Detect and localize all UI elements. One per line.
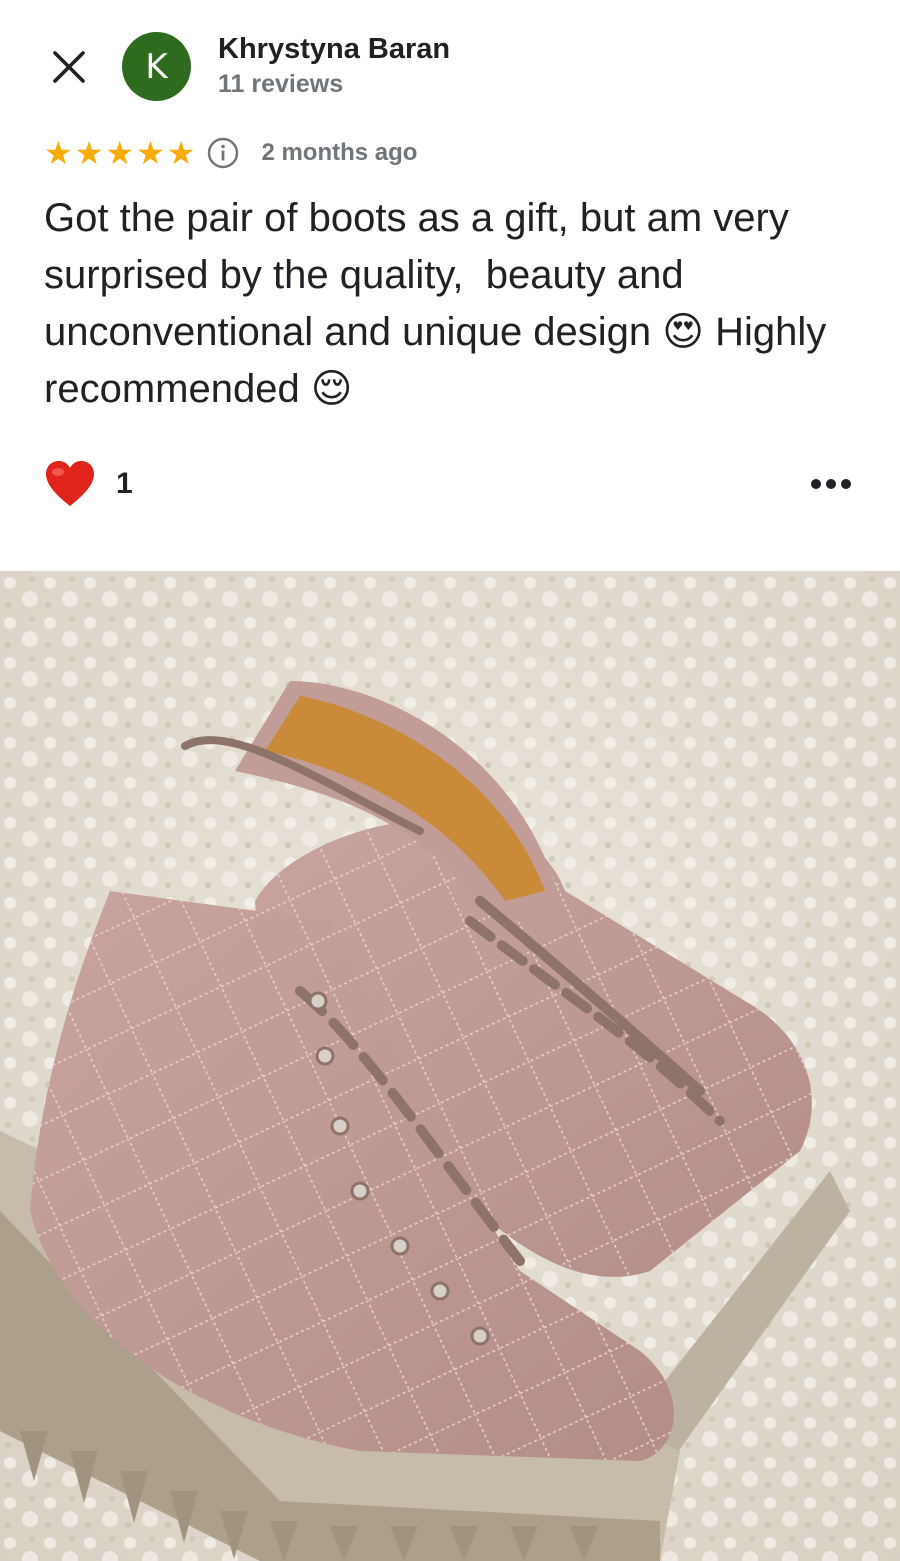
close-button[interactable] <box>46 44 92 90</box>
review-date: 2 months ago <box>261 139 418 166</box>
more-options-button[interactable] <box>806 466 856 502</box>
relieved-face-emoji: 😌 <box>310 366 353 412</box>
review-photo[interactable] <box>0 571 900 1561</box>
star-rating: ★ ★ ★ ★ ★ <box>44 137 195 169</box>
star-icon: ★ <box>44 135 73 171</box>
info-icon[interactable] <box>207 137 239 169</box>
like-button[interactable] <box>44 456 100 512</box>
reaction-row: 1 <box>44 456 133 512</box>
star-icon: ★ <box>74 135 104 171</box>
like-count: 1 <box>116 467 133 500</box>
review-header: K Khrystyna Baran 11 reviews ★ ★ ★ ★ ★ 2… <box>0 0 900 570</box>
more-horizontal-icon <box>811 479 851 489</box>
heart-eyes-emoji: 😍 <box>662 309 704 355</box>
rating-row: ★ ★ ★ ★ ★ 2 months ago <box>44 137 417 169</box>
reviewer-name[interactable]: Khrystyna Baran <box>218 33 450 66</box>
reviewer-review-count: 11 reviews <box>218 70 344 98</box>
star-icon: ★ <box>105 135 135 171</box>
review-text: Got the pair of boots as a gift, but am … <box>44 190 864 418</box>
star-icon: ★ <box>166 135 196 171</box>
heart-icon <box>46 461 94 506</box>
close-icon <box>53 51 85 83</box>
star-icon: ★ <box>136 135 165 171</box>
avatar[interactable]: K <box>122 32 191 101</box>
